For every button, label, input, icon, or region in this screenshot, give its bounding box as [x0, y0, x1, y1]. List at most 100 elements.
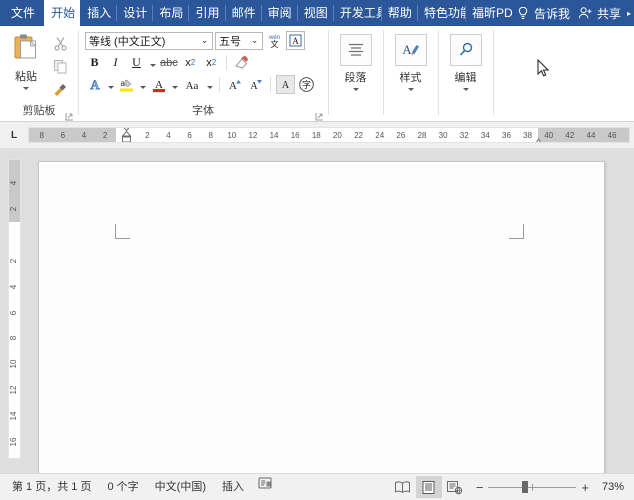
view-web-layout-button[interactable]: [442, 476, 468, 498]
vruler-tick-16: 16: [9, 437, 18, 447]
chevron-down-icon[interactable]: ⌄: [249, 36, 260, 45]
font-row-2: B I U abc x2 x2: [85, 53, 324, 72]
group-styles: A 样式: [383, 26, 438, 121]
change-case-dropdown-icon[interactable]: [205, 75, 214, 94]
tab-features[interactable]: 特色功能: [416, 0, 465, 26]
character-shading-button[interactable]: A: [276, 75, 295, 94]
zoom-in-button[interactable]: +: [581, 481, 589, 494]
editing-button[interactable]: 编辑: [442, 31, 489, 91]
tab-layout[interactable]: 布局: [152, 0, 188, 26]
underline-button[interactable]: U: [127, 53, 146, 72]
tab-review[interactable]: 审阅: [260, 0, 297, 26]
paste-dropdown-icon[interactable]: [23, 87, 29, 90]
superscript-button[interactable]: x2: [202, 53, 221, 72]
horizontal-ruler-row: L 8 6 4 2 2 4 6 8 10 12 14 16 18 20 22 24 26 28 30 32 34 36 38…: [0, 122, 634, 149]
cut-button[interactable]: [50, 34, 70, 52]
zoom-level-label[interactable]: 73%: [594, 481, 624, 493]
character-border-button[interactable]: A: [286, 31, 305, 50]
language-indicator[interactable]: 中文(中国): [147, 475, 214, 499]
font-name-combo[interactable]: 等线 (中文正文) ⌄: [85, 31, 213, 50]
underline-dropdown-icon[interactable]: [148, 53, 157, 72]
tab-view[interactable]: 视图: [296, 0, 333, 26]
subscript-button[interactable]: x2: [181, 53, 200, 72]
clipboard-small-buttons: [48, 31, 70, 98]
font-row3-divider-1: [219, 77, 220, 92]
paragraph-button[interactable]: 段落: [332, 31, 379, 91]
tab-mailings[interactable]: 邮件: [224, 0, 261, 26]
page-info[interactable]: 第 1 页，共 1 页: [4, 475, 99, 499]
styles-dropdown-icon[interactable]: [407, 88, 414, 91]
text-effects-button[interactable]: A: [85, 75, 104, 94]
word-count[interactable]: 0 个字: [99, 475, 146, 499]
editing-dropdown-icon[interactable]: [462, 88, 469, 91]
tab-insert[interactable]: 插入: [80, 0, 116, 26]
insert-mode[interactable]: 插入: [214, 475, 252, 499]
phonetic-guide-button[interactable]: wén 文: [265, 31, 284, 50]
paragraph-label: 段落: [344, 72, 367, 84]
proofing-status-icon[interactable]: [252, 475, 279, 499]
paste-button[interactable]: 粘贴: [4, 31, 48, 90]
copy-button[interactable]: [50, 57, 70, 75]
tab-stop-selector[interactable]: L: [0, 122, 28, 148]
vertical-ruler[interactable]: 4 2 2 4 6 8 10 12 14 16: [7, 159, 21, 459]
chevron-down-icon[interactable]: ⌄: [199, 36, 210, 45]
horizontal-ruler[interactable]: 8 6 4 2 2 4 6 8 10 12 14 16 18 20 22 24 26 28 30 32 34 36 38 40…: [28, 127, 630, 143]
paragraph-dropdown-icon[interactable]: [352, 88, 359, 91]
svg-text:A: A: [402, 42, 412, 57]
view-read-mode-button[interactable]: [390, 476, 416, 498]
zoom-slider-thumb[interactable]: [522, 481, 529, 493]
clear-formatting-button[interactable]: [232, 53, 251, 72]
enclose-character-button[interactable]: 字: [297, 75, 316, 94]
font-color-dropdown-icon[interactable]: [170, 75, 179, 94]
ruler-tick-14: 14: [269, 131, 279, 140]
bold-button[interactable]: B: [85, 53, 104, 72]
font-dialog-launcher[interactable]: [315, 111, 324, 121]
font-name-value: 等线 (中文正文): [89, 35, 166, 48]
strikethrough-button[interactable]: abc: [159, 53, 179, 72]
tell-me-button[interactable]: 告诉我: [513, 0, 578, 26]
text-effects-dropdown-icon[interactable]: [106, 75, 115, 94]
format-painter-button[interactable]: [50, 80, 70, 98]
tab-help[interactable]: 帮助: [380, 0, 417, 26]
indent-markers[interactable]: [121, 128, 132, 142]
grow-font-button[interactable]: A: [225, 75, 244, 94]
zoom-slider[interactable]: [488, 481, 577, 493]
font-row-1: 等线 (中文正文) ⌄ 五号 ⌄ wén 文 A: [85, 31, 324, 50]
ruler-tick-left-6: 6: [60, 131, 66, 140]
italic-button[interactable]: I: [106, 53, 125, 72]
svg-text:A: A: [90, 77, 100, 92]
font-color-button[interactable]: A: [149, 75, 168, 94]
styles-button[interactable]: A 样式: [387, 31, 434, 91]
right-indent-marker[interactable]: [533, 134, 542, 142]
zoom-out-button[interactable]: −: [476, 481, 484, 494]
more-tabs-button[interactable]: ▸: [627, 0, 634, 26]
ruler-tick-left-2: 2: [102, 131, 108, 140]
ruler-tick-16: 16: [290, 131, 300, 140]
document-page[interactable]: [38, 161, 605, 473]
group-font: 等线 (中文正文) ⌄ 五号 ⌄ wén 文 A B I U abc x 2 x…: [78, 26, 328, 121]
tab-home[interactable]: 开始: [44, 0, 81, 26]
tab-design[interactable]: 设计: [116, 0, 152, 26]
font-row3-divider-2: [270, 77, 271, 92]
ruler-tick-32: 32: [459, 131, 469, 140]
text-highlight-dropdown-icon[interactable]: [138, 75, 147, 94]
tab-foxit-pdf[interactable]: 福昕PDF: [464, 0, 513, 26]
view-print-layout-button[interactable]: [415, 476, 442, 498]
tab-references[interactable]: 引用: [188, 0, 224, 26]
ruler-tick-12: 12: [248, 131, 258, 140]
change-case-button[interactable]: Aa: [181, 75, 203, 94]
ruler-tick-34: 34: [480, 131, 490, 140]
shrink-font-button[interactable]: A: [246, 75, 265, 94]
share-button[interactable]: 共享: [578, 0, 627, 26]
ruler-tick-24: 24: [375, 131, 385, 140]
clipboard-dialog-launcher[interactable]: [65, 111, 74, 121]
tab-developer[interactable]: 开发工具: [332, 0, 381, 26]
ruler-tick-right-46: 46: [607, 131, 617, 140]
svg-text:A: A: [282, 80, 290, 91]
svg-text:A: A: [250, 81, 258, 92]
group-label-font: 字体: [78, 104, 328, 121]
tab-file[interactable]: 文件: [0, 0, 44, 26]
font-size-combo[interactable]: 五号 ⌄: [215, 31, 263, 50]
ruler-tick-8: 8: [208, 131, 213, 140]
text-highlight-button[interactable]: ab: [117, 75, 136, 94]
